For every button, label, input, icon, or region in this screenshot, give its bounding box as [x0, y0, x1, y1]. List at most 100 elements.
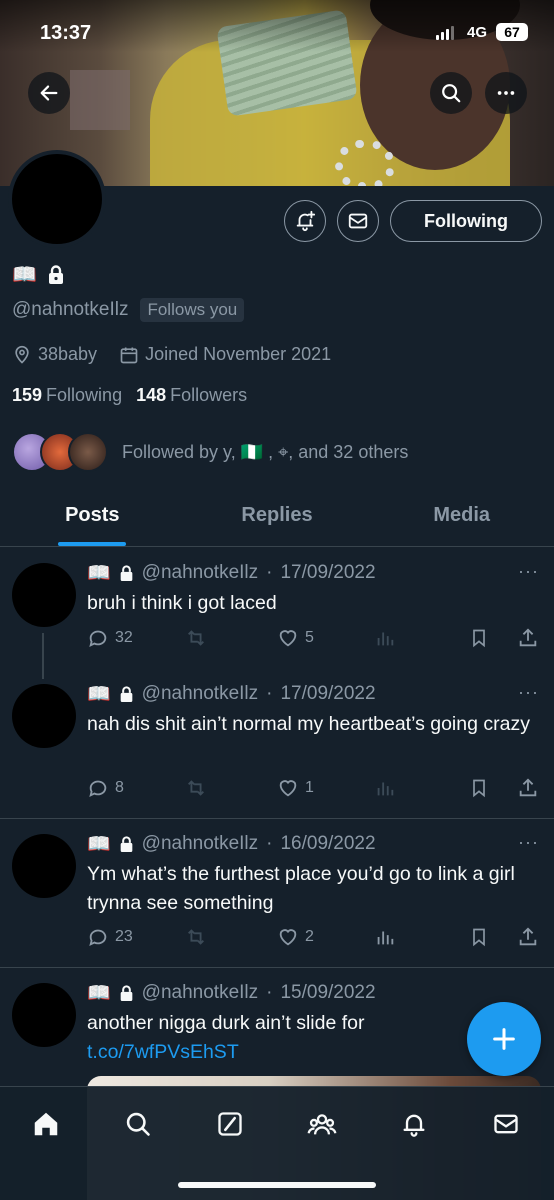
post-handle[interactable]: @nahnotkeIlz: [142, 833, 258, 855]
nav-communities[interactable]: [305, 1107, 339, 1141]
post-more-button[interactable]: ···: [518, 832, 539, 853]
tab-posts[interactable]: Posts: [0, 490, 185, 546]
lock-icon: [120, 985, 133, 1001]
post-text: bruh i think i got laced: [87, 592, 277, 614]
bell-plus-icon: [296, 210, 316, 232]
profile-location: 38baby: [38, 344, 98, 364]
handle-row: @nahnotkeIlz Follows you: [12, 298, 245, 322]
lock-icon: [48, 264, 63, 284]
status-time: 13:37: [40, 22, 92, 44]
views-button[interactable]: [374, 926, 396, 948]
bookmark-button[interactable]: [469, 777, 489, 799]
post-handle[interactable]: @nahnotkeIlz: [142, 982, 258, 1004]
followers-count-link[interactable]: 148 Followers: [136, 385, 247, 406]
post-handle[interactable]: @nahnotkeIlz: [142, 683, 258, 705]
post-header: 📖 @nahnotkeIlz · 16/09/2022: [87, 833, 376, 855]
following-count-link[interactable]: 159 Following: [12, 385, 122, 406]
reply-button[interactable]: 8: [87, 777, 124, 799]
like-button[interactable]: 5: [277, 627, 314, 649]
lock-icon: [120, 836, 133, 852]
envelope-icon: [348, 213, 368, 229]
nav-home[interactable]: [29, 1107, 63, 1141]
bookmark-icon: [473, 779, 485, 798]
share-button[interactable]: [517, 777, 539, 799]
repost-icon: [188, 929, 204, 945]
post-text: Ym what’s the furthest place you’d go to…: [87, 863, 515, 914]
plus-icon: [493, 1028, 515, 1050]
lock-icon: [120, 565, 133, 581]
post-actions: 23 2: [87, 926, 547, 950]
post-date: 16/09/2022: [280, 833, 376, 854]
repost-icon: [188, 630, 204, 646]
following-button[interactable]: Following: [390, 200, 542, 242]
repost-button[interactable]: [184, 926, 208, 948]
post-actions: 8 1: [87, 777, 547, 801]
tab-media[interactable]: Media: [369, 490, 554, 546]
search-icon: [126, 1112, 150, 1136]
reply-icon: [89, 630, 107, 648]
profile-joined: Joined November 2021: [145, 344, 332, 364]
heart-icon: [279, 630, 297, 647]
like-button[interactable]: 2: [277, 926, 314, 948]
post-avatar[interactable]: [12, 983, 76, 1047]
post-header: 📖 @nahnotkeIlz · 17/09/2022: [87, 683, 376, 705]
post-link[interactable]: t.co/7wfPVsEhST: [87, 1041, 239, 1063]
bookmark-button[interactable]: [469, 926, 489, 948]
follow-counts: 159 Following 148 Followers: [12, 385, 247, 406]
follows-you-badge: Follows you: [140, 298, 245, 322]
views-icon: [377, 782, 394, 796]
post-avatar[interactable]: [12, 834, 76, 898]
post-more-button[interactable]: ···: [518, 682, 539, 703]
followed-by-text: Followed by y, 🇳🇬 , ⌖, and 32 others: [122, 441, 409, 462]
profile-meta: 38baby Joined November 2021: [12, 344, 331, 365]
followed-by-row[interactable]: Followed by y, 🇳🇬 , ⌖, and 32 others: [12, 432, 408, 472]
nav-grok[interactable]: [213, 1107, 247, 1141]
nav-notifications[interactable]: [397, 1107, 431, 1141]
nav-search[interactable]: [121, 1107, 155, 1141]
views-icon: [377, 931, 394, 945]
heart-icon: [279, 780, 297, 797]
arrow-left-icon: [40, 85, 58, 101]
post-avatar[interactable]: [12, 563, 76, 627]
more-button[interactable]: [485, 72, 527, 114]
calendar-icon: [120, 347, 138, 363]
more-horizontal-icon: [497, 91, 515, 95]
reply-button[interactable]: 32: [87, 627, 133, 649]
views-button[interactable]: [374, 777, 396, 799]
reply-icon: [89, 780, 107, 798]
battery-icon: 67: [496, 23, 528, 41]
profile-handle: @nahnotkeIlz: [12, 299, 129, 320]
location-icon: [15, 345, 29, 364]
message-button[interactable]: [337, 200, 379, 242]
display-name: 📖: [12, 262, 65, 287]
post-divider: [0, 967, 554, 968]
network-label: 4G: [467, 24, 488, 41]
compose-button[interactable]: [467, 1002, 541, 1076]
notifications-button[interactable]: [284, 200, 326, 242]
post-avatar[interactable]: [12, 684, 76, 748]
reply-button[interactable]: 23: [87, 926, 133, 948]
post-handle[interactable]: @nahnotkeIlz: [142, 562, 258, 584]
bookmark-icon: [473, 928, 485, 947]
search-button[interactable]: [430, 72, 472, 114]
follower-avatar: [68, 432, 108, 472]
bookmark-button[interactable]: [469, 627, 489, 649]
status-bar: 13:37 4G 67: [0, 22, 554, 46]
reply-icon: [89, 929, 107, 947]
post-more-button[interactable]: ···: [518, 561, 539, 582]
share-button[interactable]: [517, 627, 539, 649]
share-button[interactable]: [517, 926, 539, 948]
like-button[interactable]: 1: [277, 777, 314, 799]
home-icon: [34, 1112, 58, 1136]
views-button[interactable]: [374, 627, 396, 649]
post-text: another nigga durk ain’t slide for t.co/…: [87, 1012, 365, 1063]
repost-button[interactable]: [184, 777, 208, 799]
repost-button[interactable]: [184, 627, 208, 649]
tab-replies[interactable]: Replies: [185, 490, 370, 546]
repost-icon: [188, 780, 204, 796]
profile-avatar[interactable]: [8, 150, 106, 248]
post-header: 📖 @nahnotkeIlz · 17/09/2022: [87, 562, 376, 584]
signal-icon: [436, 26, 454, 40]
back-button[interactable]: [28, 72, 70, 114]
nav-messages[interactable]: [489, 1107, 523, 1141]
